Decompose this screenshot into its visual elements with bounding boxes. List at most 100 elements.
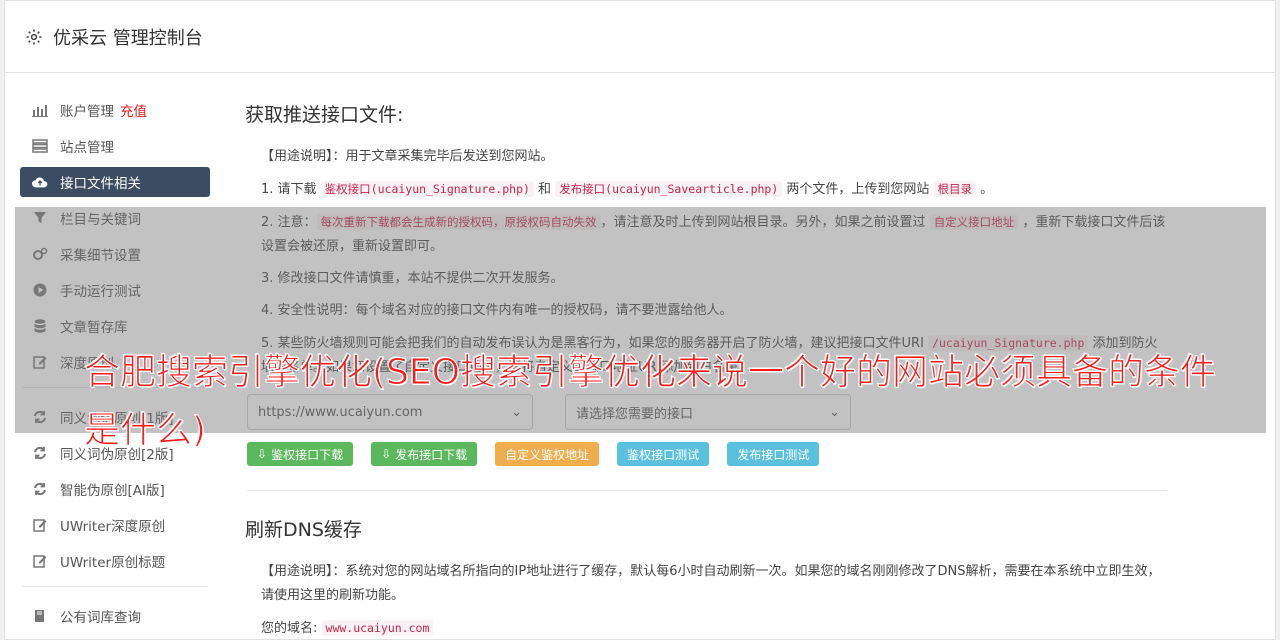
instruction-2: 2. 注意： 每次重新下载都会生成新的授权码，原授权码自动失效 ，请注意及时上传到网…: [261, 210, 1170, 259]
sidebar: 账户管理 充值 站点管理 接口文件相关 栏目与关键词 采集细节设置 手动运行测试…: [20, 95, 210, 637]
sidebar-item-label: 栏目与关键词: [60, 212, 141, 228]
text: 。: [976, 182, 994, 197]
sidebar-item-label: 账户管理: [60, 104, 114, 120]
text: 和: [533, 182, 556, 197]
text: ，请注意及时上传到网站根目录。另外，如果之前设置过: [600, 215, 930, 230]
sidebar-item-columns-keywords[interactable]: 栏目与关键词: [20, 203, 210, 233]
test-publish-button[interactable]: 发布接口测试: [727, 442, 820, 466]
sidebar-item-label: 同义词伪原创[1版]: [60, 411, 174, 427]
cloud-upload-icon: [32, 174, 48, 190]
usage-text: ：用于文章采集完毕后发送到您网站。: [332, 149, 554, 164]
sidebar-item-deep-original[interactable]: 深度原创: [20, 347, 210, 377]
download-publish-button[interactable]: ⇩ 发布接口下载: [371, 442, 478, 466]
download-signature-button[interactable]: ⇩ 鉴权接口下载: [247, 442, 354, 466]
sidebar-item-label: 深度原创: [60, 356, 114, 372]
chevron-down-icon: ⌄: [511, 404, 522, 420]
sidebar-item-sites[interactable]: 站点管理: [20, 131, 210, 161]
site-select[interactable]: https://www.ucaiyun.com ⌄: [247, 394, 533, 430]
section-divider: [247, 490, 1167, 491]
sidebar-item-uwriter-title[interactable]: UWriter原创标题: [20, 546, 210, 576]
sidebar-item-public-lexicon[interactable]: 公有词库查询: [20, 601, 210, 631]
sidebar-item-collect-settings[interactable]: 采集细节设置: [20, 239, 210, 269]
interface-select[interactable]: 请选择您需要的接口 ⌄: [565, 394, 851, 430]
sidebar-item-label: 公有词库查询: [60, 610, 141, 626]
section-title-interface: 获取推送接口文件:: [245, 104, 404, 126]
code-custom-url: 自定义接口地址: [929, 214, 1019, 230]
refresh-icon: [32, 481, 48, 497]
sidebar-divider: [22, 387, 208, 388]
sidebar-item-label: 站点管理: [60, 140, 114, 156]
sidebar-item-label: 文章暂存库: [60, 320, 128, 336]
download-icon: ⇩: [381, 447, 392, 461]
filter-icon: [32, 210, 48, 226]
button-label: 鉴权接口测试: [627, 447, 700, 462]
button-label: 自定义鉴权地址: [505, 447, 590, 462]
edit-icon: [32, 517, 48, 533]
sidebar-item-synonym-v1[interactable]: 同义词伪原创[1版]: [20, 402, 210, 432]
test-signature-button[interactable]: 鉴权接口测试: [617, 442, 710, 466]
recharge-link[interactable]: 充值: [120, 100, 147, 120]
sidebar-item-label: 采集细节设置: [60, 248, 141, 264]
sidebar-item-label: UWriter原创标题: [60, 555, 166, 571]
section-title-dns: 刷新DNS缓存: [245, 519, 362, 541]
code-root-dir: 根目录: [933, 181, 977, 197]
custom-auth-url-button[interactable]: 自定义鉴权地址: [495, 442, 600, 466]
app-title: 优采云 管理控制台: [53, 27, 203, 49]
button-label: 发布接口下载: [395, 447, 468, 462]
domain-value: www.ucaiyun.com: [321, 620, 434, 636]
instruction-1: 1. 请下载 鉴权接口(ucaiyun_Signature.php) 和 发布接…: [261, 177, 1170, 202]
text: 1. 请下载: [261, 182, 321, 197]
chevron-down-icon: ⌄: [829, 404, 840, 420]
text: 2. 注意：: [261, 215, 317, 230]
sidebar-item-label: 同义词伪原创[2版]: [60, 447, 174, 463]
sidebar-item-synonym-v2[interactable]: 同义词伪原创[2版]: [20, 438, 210, 468]
main-content: 获取推送接口文件: 【用途说明】：用于文章采集完毕后发送到您网站。 1. 请下载…: [245, 100, 1170, 640]
sidebar-item-label: 智能伪原创[AI版]: [60, 483, 165, 499]
book-icon: [32, 608, 48, 624]
button-label: 发布接口测试: [737, 447, 810, 462]
download-icon: ⇩: [257, 447, 268, 461]
bar-chart-icon: [32, 102, 48, 118]
cogs-icon: [32, 246, 48, 262]
code-signature-file: 鉴权接口(ucaiyun_Signature.php): [320, 181, 534, 197]
usage-label: 【用途说明】: [261, 149, 333, 164]
edit-icon: [32, 553, 48, 569]
interface-select-value: 请选择您需要的接口: [576, 406, 694, 422]
sidebar-item-label: 接口文件相关: [60, 176, 141, 192]
domain-row: 您的域名: www.ucaiyun.com: [261, 616, 1170, 640]
text: 5. 某些防火墙规则可能会把我们的自动发布误认为是黑客行为，如果您的服务器开启了…: [261, 336, 929, 351]
dns-usage-note: 【用途说明】：系统对您的网站域名所指向的IP地址进行了缓存，默认每6小时自动刷新…: [261, 560, 1170, 608]
gear-icon: [26, 29, 42, 44]
code-uri: /ucaiyun_Signature.php: [928, 335, 1089, 351]
instruction-5: 5. 某些防火墙规则可能会把我们的自动发布误认为是黑客行为，如果您的服务器开启了…: [261, 331, 1170, 380]
instruction-3: 3. 修改接口文件请慎重，本站不提供二次开发服务。: [261, 271, 564, 286]
play-circle-icon: [32, 282, 48, 298]
sidebar-item-ai-original[interactable]: 智能伪原创[AI版]: [20, 474, 210, 504]
sidebar-divider: [22, 586, 208, 587]
code-savearticle-file: 发布接口(ucaiyun_Savearticle.php): [555, 181, 783, 197]
database-icon: [32, 318, 48, 334]
usage-label: 【用途说明】: [261, 564, 333, 579]
usage-text: ：系统对您的网站域名所指向的IP地址进行了缓存，默认每6小时自动刷新一次。如果您…: [261, 564, 1161, 603]
site-select-value: https://www.ucaiyun.com: [258, 404, 423, 420]
sidebar-item-manual-run[interactable]: 手动运行测试: [20, 275, 210, 305]
sidebar-item-label: 手动运行测试: [60, 284, 141, 300]
usage-note: 【用途说明】：用于文章采集完毕后发送到您网站。: [261, 145, 1170, 169]
sidebar-item-interface-files[interactable]: 接口文件相关: [20, 167, 210, 197]
code-warning: 每次重新下载都会生成新的授权码，原授权码自动失效: [316, 214, 601, 230]
server-icon: [32, 138, 48, 154]
sidebar-item-uwriter-deep[interactable]: UWriter深度原创: [20, 510, 210, 540]
action-buttons: ⇩ 鉴权接口下载 ⇩ 发布接口下载 自定义鉴权地址 鉴权接口测试 发布接口测试: [247, 442, 1170, 466]
domain-label: 您的域名:: [261, 621, 322, 636]
text: 两个文件，上传到您网站: [782, 182, 934, 197]
instruction-4: 4. 安全性说明：每个域名对应的接口文件内有唯一的授权码，请不要泄露给他人。: [261, 303, 733, 318]
sidebar-item-article-store[interactable]: 文章暂存库: [20, 311, 210, 341]
app-header: 优采云 管理控制台: [5, 1, 1275, 73]
sidebar-item-label: UWriter深度原创: [60, 519, 166, 535]
select-row: https://www.ucaiyun.com ⌄ 请选择您需要的接口 ⌄: [247, 394, 1170, 430]
edit-icon: [32, 354, 48, 370]
refresh-icon: [32, 445, 48, 461]
refresh-icon: [32, 409, 48, 425]
button-label: 鉴权接口下载: [271, 447, 344, 462]
sidebar-item-account[interactable]: 账户管理 充值: [20, 95, 210, 125]
